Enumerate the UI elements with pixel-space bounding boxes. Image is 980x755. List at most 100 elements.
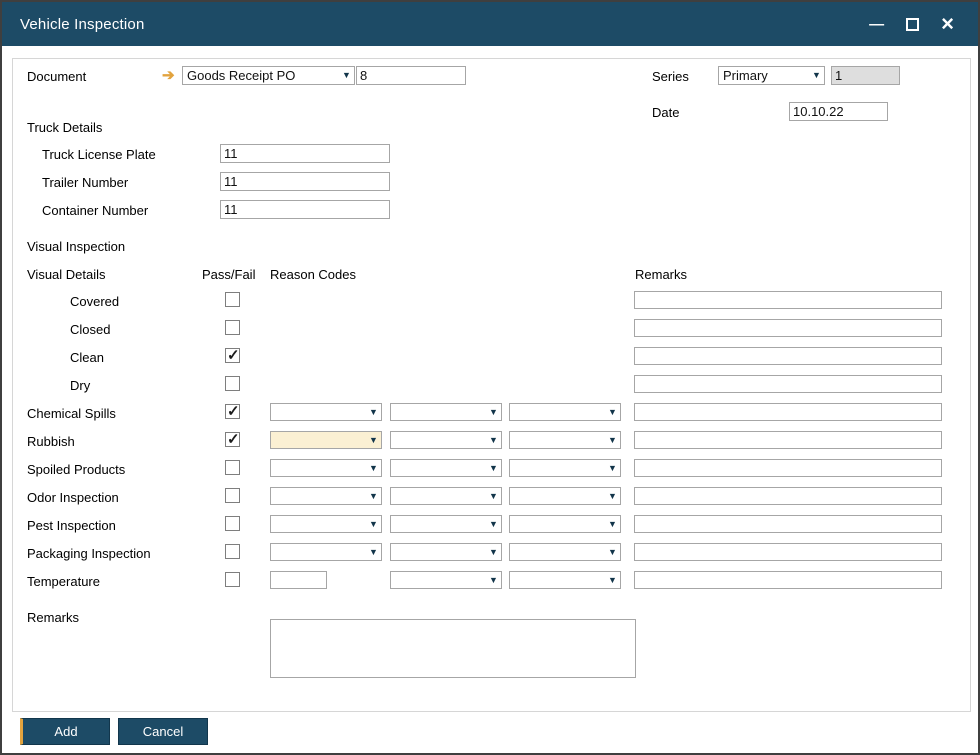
dropdown-arrow-icon[interactable]: ▼ xyxy=(366,516,381,532)
row-label-dry: Dry xyxy=(70,378,91,393)
remarks-input-dry[interactable] xyxy=(634,375,942,393)
reason-code-dropdown-1-odor-inspection[interactable]: ▼ xyxy=(270,487,382,505)
reason-code-dropdown-1-spoiled-products[interactable]: ▼ xyxy=(270,459,382,477)
reason-code-dropdown-1-rubbish[interactable]: ▼ xyxy=(270,431,382,449)
remarks-textarea[interactable] xyxy=(270,619,636,678)
pass-fail-checkbox-dry[interactable] xyxy=(225,376,240,391)
vehicle-inspection-window: Vehicle Inspection — × Document ➔ Goods … xyxy=(0,0,980,755)
dropdown-arrow-icon[interactable]: ▼ xyxy=(809,67,824,84)
remarks-input-covered[interactable] xyxy=(634,291,942,309)
remarks-input-temperature[interactable] xyxy=(634,571,942,589)
series-label: Series xyxy=(652,69,689,84)
date-input[interactable] xyxy=(789,102,888,121)
dropdown-arrow-icon[interactable]: ▼ xyxy=(486,460,501,476)
dropdown-arrow-icon[interactable]: ▼ xyxy=(486,572,501,588)
pass-fail-checkbox-covered[interactable] xyxy=(225,292,240,307)
truck-license-plate-label: Truck License Plate xyxy=(42,147,156,162)
row-label-covered: Covered xyxy=(70,294,120,309)
dropdown-arrow-icon[interactable]: ▼ xyxy=(605,404,620,420)
reason-code-dropdown-3-packaging-inspection[interactable]: ▼ xyxy=(509,543,621,561)
cancel-button[interactable]: Cancel xyxy=(118,718,208,745)
dropdown-arrow-icon[interactable]: ▼ xyxy=(366,544,381,560)
remarks-input-odor-inspection[interactable] xyxy=(634,487,942,505)
col-visual-details: Visual Details xyxy=(27,267,106,282)
container-number-input[interactable] xyxy=(220,200,390,219)
truck-details-section-label: Truck Details xyxy=(27,120,103,135)
reason-code-dropdown-1-packaging-inspection[interactable]: ▼ xyxy=(270,543,382,561)
pass-fail-checkbox-spoiled-products[interactable] xyxy=(225,460,240,475)
remarks-input-rubbish[interactable] xyxy=(634,431,942,449)
remarks-input-chemical-spills[interactable] xyxy=(634,403,942,421)
trailer-number-label: Trailer Number xyxy=(42,175,129,190)
dropdown-arrow-icon[interactable]: ▼ xyxy=(366,460,381,476)
pass-fail-checkbox-pest-inspection[interactable] xyxy=(225,516,240,531)
dropdown-arrow-icon[interactable]: ▼ xyxy=(486,432,501,448)
remarks-input-pest-inspection[interactable] xyxy=(634,515,942,533)
date-label: Date xyxy=(652,105,680,120)
pass-fail-checkbox-chemical-spills[interactable] xyxy=(225,402,240,420)
dropdown-arrow-icon[interactable]: ▼ xyxy=(605,516,620,532)
remarks-input-closed[interactable] xyxy=(634,319,942,337)
pass-fail-checkbox-odor-inspection[interactable] xyxy=(225,488,240,503)
reason-code-dropdown-2-rubbish[interactable]: ▼ xyxy=(390,431,502,449)
dropdown-arrow-icon[interactable]: ▼ xyxy=(486,544,501,560)
dropdown-arrow-icon[interactable]: ▼ xyxy=(605,544,620,560)
pass-fail-checkbox-temperature[interactable] xyxy=(225,572,240,587)
reason-code-dropdown-2-temperature[interactable]: ▼ xyxy=(390,571,502,589)
reason-code-dropdown-1-chemical-spills[interactable]: ▼ xyxy=(270,403,382,421)
reason-code-dropdown-3-rubbish[interactable]: ▼ xyxy=(509,431,621,449)
series-value: Primary xyxy=(723,68,768,83)
reason-code-dropdown-3-temperature[interactable]: ▼ xyxy=(509,571,621,589)
dropdown-arrow-icon[interactable]: ▼ xyxy=(486,404,501,420)
series-dropdown[interactable]: Primary ▼ xyxy=(718,66,825,85)
col-remarks: Remarks xyxy=(635,267,688,282)
reason-code-dropdown-1-pest-inspection[interactable]: ▼ xyxy=(270,515,382,533)
pass-fail-checkbox-closed[interactable] xyxy=(225,320,240,335)
dropdown-arrow-icon[interactable]: ▼ xyxy=(366,404,381,420)
close-button[interactable]: × xyxy=(941,13,954,35)
series-number-input xyxy=(831,66,900,85)
reason-code-dropdown-2-pest-inspection[interactable]: ▼ xyxy=(390,515,502,533)
row-label-packaging-inspection: Packaging Inspection xyxy=(27,546,151,561)
document-type-dropdown[interactable]: Goods Receipt PO ▼ xyxy=(182,66,355,85)
dropdown-arrow-icon[interactable]: ▼ xyxy=(605,572,620,588)
minimize-button[interactable]: — xyxy=(869,14,884,34)
document-number-input[interactable] xyxy=(356,66,466,85)
dropdown-arrow-icon[interactable]: ▼ xyxy=(339,67,354,84)
maximize-button[interactable] xyxy=(906,14,920,34)
dropdown-arrow-icon[interactable]: ▼ xyxy=(605,488,620,504)
reason-code-dropdown-3-pest-inspection[interactable]: ▼ xyxy=(509,515,621,533)
reason-code-dropdown-2-odor-inspection[interactable]: ▼ xyxy=(390,487,502,505)
row-label-rubbish: Rubbish xyxy=(27,434,75,449)
dropdown-arrow-icon[interactable]: ▼ xyxy=(486,488,501,504)
link-arrow-icon[interactable]: ➔ xyxy=(162,66,175,85)
remarks-input-spoiled-products[interactable] xyxy=(634,459,942,477)
reason-code-dropdown-2-packaging-inspection[interactable]: ▼ xyxy=(390,543,502,561)
dropdown-arrow-icon[interactable]: ▼ xyxy=(366,488,381,504)
reason-code-dropdown-2-chemical-spills[interactable]: ▼ xyxy=(390,403,502,421)
add-button[interactable]: Add xyxy=(20,718,110,745)
truck-license-plate-input[interactable] xyxy=(220,144,390,163)
row-label-pest-inspection: Pest Inspection xyxy=(27,518,116,533)
dropdown-arrow-icon[interactable]: ▼ xyxy=(366,432,381,448)
row-label-temperature: Temperature xyxy=(27,574,100,589)
row-label-clean: Clean xyxy=(70,350,104,365)
remarks-input-clean[interactable] xyxy=(634,347,942,365)
trailer-number-input[interactable] xyxy=(220,172,390,191)
pass-fail-checkbox-packaging-inspection[interactable] xyxy=(225,544,240,559)
pass-fail-checkbox-rubbish[interactable] xyxy=(225,430,240,448)
reason-code-dropdown-3-chemical-spills[interactable]: ▼ xyxy=(509,403,621,421)
dropdown-arrow-icon[interactable]: ▼ xyxy=(486,516,501,532)
reason-code-dropdown-3-odor-inspection[interactable]: ▼ xyxy=(509,487,621,505)
document-label: Document xyxy=(27,69,87,84)
dropdown-arrow-icon[interactable]: ▼ xyxy=(605,432,620,448)
reason-code-dropdown-3-spoiled-products[interactable]: ▼ xyxy=(509,459,621,477)
maximize-icon xyxy=(906,17,920,31)
reason-code-dropdown-2-spoiled-products[interactable]: ▼ xyxy=(390,459,502,477)
container-number-label: Container Number xyxy=(42,203,149,218)
pass-fail-checkbox-clean[interactable] xyxy=(225,346,240,364)
remarks-input-packaging-inspection[interactable] xyxy=(634,543,942,561)
temperature-value-input[interactable] xyxy=(270,571,327,589)
dropdown-arrow-icon[interactable]: ▼ xyxy=(605,460,620,476)
visual-inspection-section-label: Visual Inspection xyxy=(27,239,126,254)
